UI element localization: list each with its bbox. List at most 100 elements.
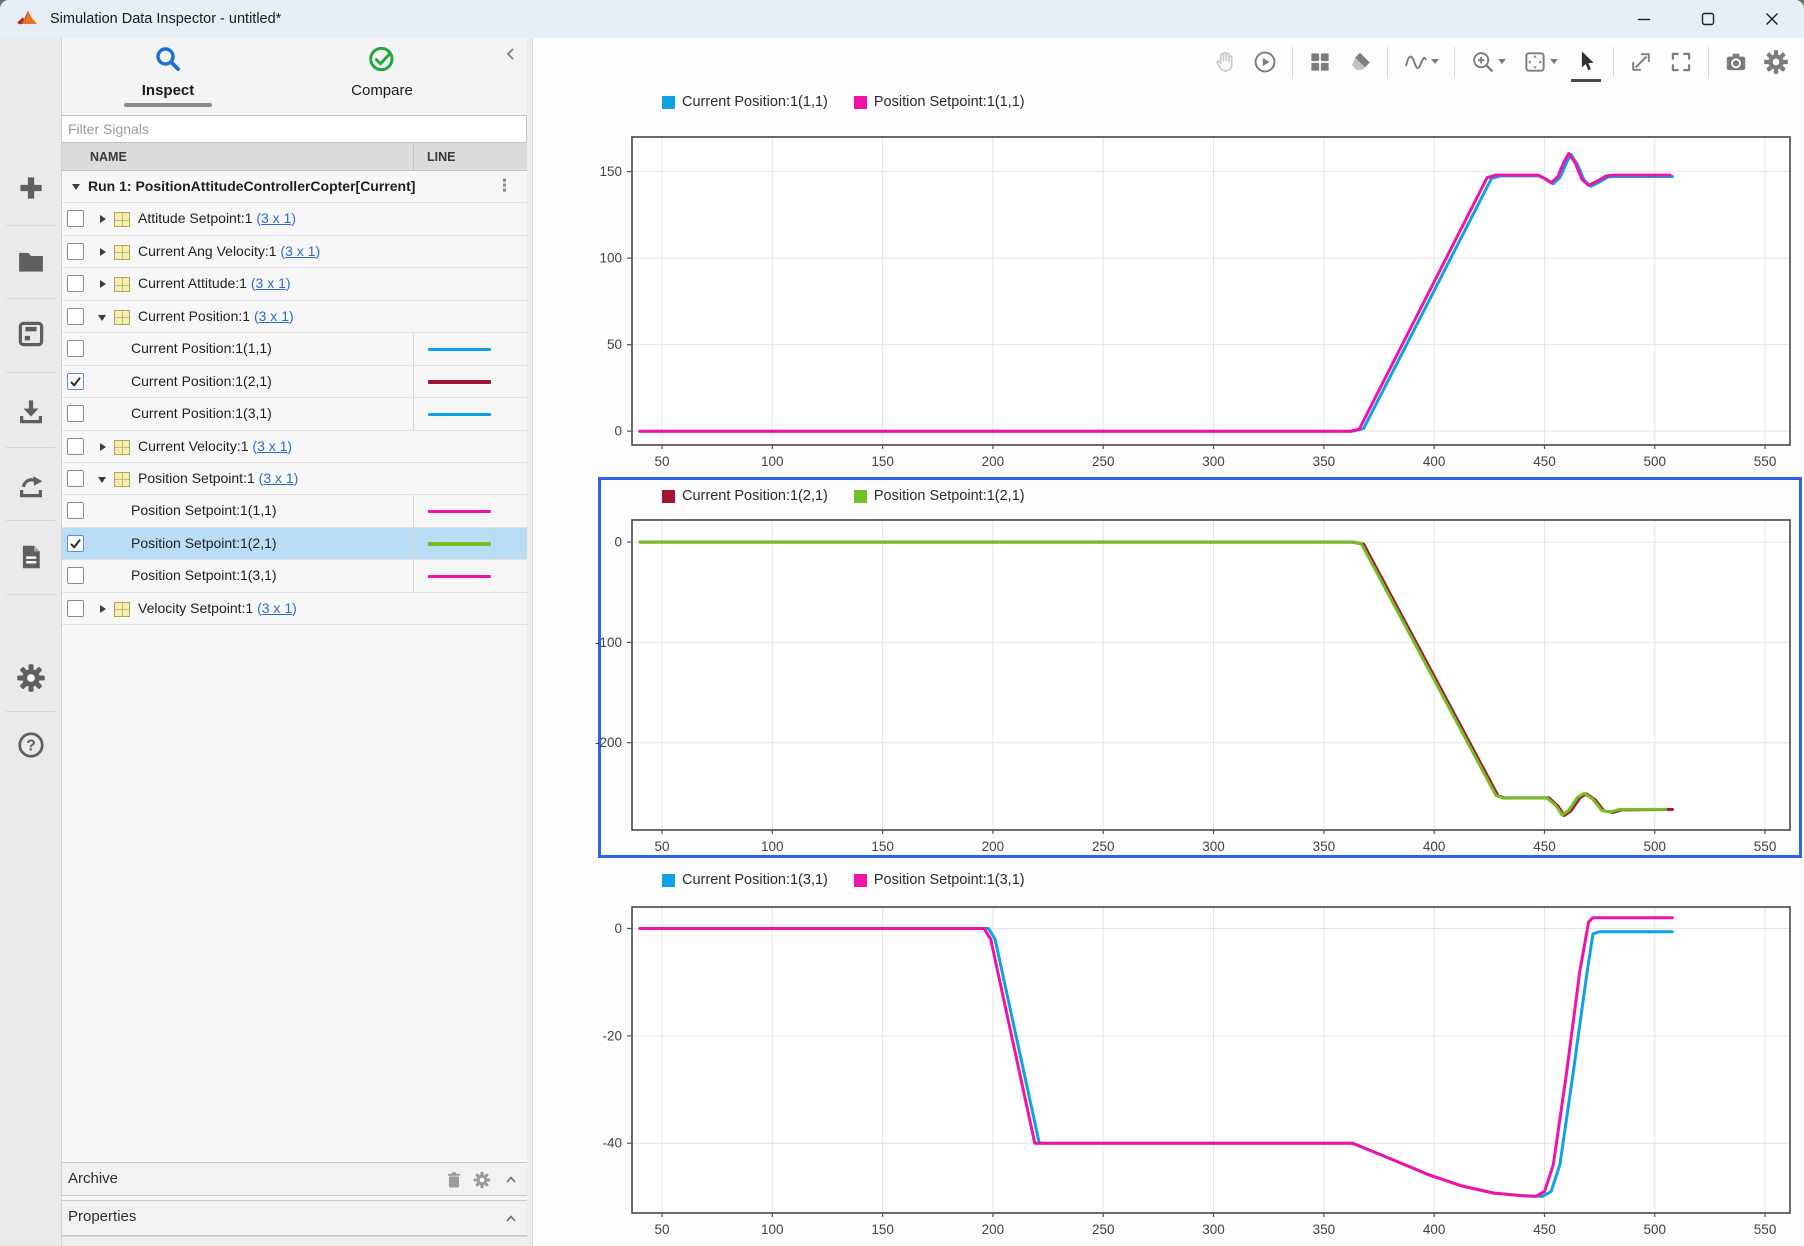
signal-checkbox[interactable] [67, 470, 84, 487]
zoom-in-icon [1470, 49, 1496, 75]
export-button[interactable] [11, 465, 51, 505]
signal-checkbox[interactable] [67, 243, 84, 260]
dims-link[interactable]: 3 x 1 [263, 470, 293, 486]
expand-group-icon[interactable] [100, 248, 106, 256]
fullscreen-button[interactable] [1666, 45, 1696, 79]
maximize-button[interactable] [1676, 0, 1740, 38]
legend-item[interactable]: Position Setpoint:1(2,1) [854, 488, 1025, 504]
collapse-panel-icon[interactable] [503, 46, 519, 62]
subplot-1[interactable]: 0501001505010015020025030035040045050055… [573, 127, 1804, 481]
collapse-run-icon[interactable] [72, 184, 80, 190]
line-style-cell[interactable] [413, 528, 527, 560]
eraser-button[interactable] [1345, 45, 1375, 79]
trash-icon[interactable] [445, 1171, 463, 1189]
signal-checkbox[interactable] [67, 308, 84, 325]
signal-checkbox[interactable] [67, 340, 84, 357]
signal-row[interactable]: Current Position:1(3,1) [62, 398, 527, 430]
signal-checkbox[interactable] [67, 438, 84, 455]
signal-checkbox[interactable] [67, 535, 84, 552]
signal-checkbox[interactable] [67, 373, 84, 390]
signal-group-row[interactable]: Attitude Setpoint:1 (3 x 1) [62, 203, 527, 235]
zoom-in-button[interactable] [1467, 45, 1509, 79]
layout-grid-button[interactable] [1305, 45, 1335, 79]
hand-button[interactable] [1210, 45, 1240, 79]
dims-link[interactable]: 3 x 1 [259, 308, 289, 324]
expand-group-icon[interactable] [100, 215, 106, 223]
expand-group-icon[interactable] [100, 280, 106, 288]
help-button[interactable]: ? [11, 725, 51, 765]
fit-view-button[interactable] [1519, 45, 1561, 79]
signal-row[interactable]: Current Position:1(1,1) [62, 333, 527, 365]
signal-group-row[interactable]: Velocity Setpoint:1 (3 x 1) [62, 593, 527, 625]
help-icon: ? [16, 730, 46, 760]
open-folder-button[interactable] [11, 241, 51, 281]
collapse-group-icon[interactable] [98, 315, 106, 321]
tab-inspect[interactable]: Inspect [93, 44, 243, 107]
cursor-button[interactable] [1571, 45, 1601, 79]
create-report-button[interactable] [11, 537, 51, 577]
dims-link[interactable]: 3 x 1 [261, 210, 291, 226]
signal-row[interactable]: Position Setpoint:1(2,1) [62, 528, 527, 560]
gear-button[interactable] [1761, 45, 1791, 79]
signal-row[interactable]: Current Position:1(2,1) [62, 366, 527, 398]
add-button[interactable] [11, 168, 51, 208]
expand-group-icon[interactable] [100, 605, 106, 613]
dropdown-caret-icon[interactable] [1550, 59, 1558, 64]
signal-group-row[interactable]: Position Setpoint:1 (3 x 1) [62, 463, 527, 495]
save-button[interactable] [11, 314, 51, 354]
dims-link[interactable]: 3 x 1 [256, 275, 286, 291]
properties-bar[interactable]: Properties [62, 1200, 527, 1236]
signal-group-row[interactable]: Current Attitude:1 (3 x 1) [62, 268, 527, 300]
expand-button[interactable] [1626, 45, 1656, 79]
signal-checkbox[interactable] [67, 210, 84, 227]
subplot-3[interactable]: 0-20-4050100150200250300350400450500550 [573, 897, 1804, 1246]
line-style-cell[interactable] [413, 366, 527, 398]
dims-link[interactable]: 3 x 1 [257, 438, 287, 454]
legend-item[interactable]: Position Setpoint:1(1,1) [854, 94, 1025, 110]
run-menu-button[interactable]: ⋮ [496, 176, 513, 196]
expand-group-icon[interactable] [100, 443, 106, 451]
line-style-cell[interactable] [413, 560, 527, 592]
dropdown-caret-icon[interactable] [1431, 59, 1439, 64]
dims-link[interactable]: 3 x 1 [262, 600, 292, 616]
import-button[interactable] [11, 391, 51, 431]
tab-compare[interactable]: Compare [307, 44, 457, 99]
signal-checkbox[interactable] [67, 405, 84, 422]
dims-link[interactable]: 3 x 1 [285, 243, 315, 259]
close-button[interactable] [1740, 0, 1804, 38]
signal-group-row[interactable]: Current Velocity:1 (3 x 1) [62, 431, 527, 463]
minimize-button[interactable] [1612, 0, 1676, 38]
legend-item[interactable]: Current Position:1(2,1) [662, 488, 828, 504]
properties-collapse-icon[interactable] [505, 1213, 517, 1225]
dropdown-caret-icon[interactable] [1498, 59, 1506, 64]
signal-checkbox[interactable] [67, 567, 84, 584]
archive-bar[interactable]: Archive [62, 1162, 527, 1196]
matrix-signal-icon [114, 602, 130, 617]
signal-group-row[interactable]: Current Position:1 (3 x 1) [62, 301, 527, 333]
signal-group-row[interactable]: Current Ang Velocity:1 (3 x 1) [62, 236, 527, 268]
camera-button[interactable] [1721, 45, 1751, 79]
line-style-cell[interactable] [413, 333, 527, 365]
matrix-signal-icon [114, 245, 130, 260]
signal-checkbox[interactable] [67, 600, 84, 617]
line-style-cell[interactable] [413, 398, 527, 430]
filter-signals-input[interactable] [62, 116, 526, 142]
signal-trace-button[interactable] [1400, 45, 1442, 79]
archive-collapse-icon[interactable] [505, 1174, 517, 1186]
archive-settings-gear-icon[interactable] [473, 1171, 491, 1189]
signal-label: Position Setpoint:1(1,1) [131, 502, 277, 518]
signal-row[interactable]: Position Setpoint:1(3,1) [62, 560, 527, 592]
preferences-button[interactable] [11, 658, 51, 698]
replay-button[interactable] [1250, 45, 1280, 79]
subplot-2[interactable]: 0-100-2005010015020025030035040045050055… [573, 510, 1804, 866]
run-row[interactable]: Run 1: PositionAttitudeControllerCopter[… [62, 171, 527, 203]
legend-item[interactable]: Current Position:1(1,1) [662, 94, 828, 110]
line-style-cell[interactable] [413, 495, 527, 527]
collapse-group-icon[interactable] [98, 477, 106, 483]
legend-item[interactable]: Current Position:1(3,1) [662, 872, 828, 888]
signal-checkbox[interactable] [67, 502, 84, 519]
legend-item[interactable]: Position Setpoint:1(3,1) [854, 872, 1025, 888]
column-header-name: NAME [90, 150, 127, 164]
signal-row[interactable]: Position Setpoint:1(1,1) [62, 495, 527, 527]
signal-checkbox[interactable] [67, 275, 84, 292]
